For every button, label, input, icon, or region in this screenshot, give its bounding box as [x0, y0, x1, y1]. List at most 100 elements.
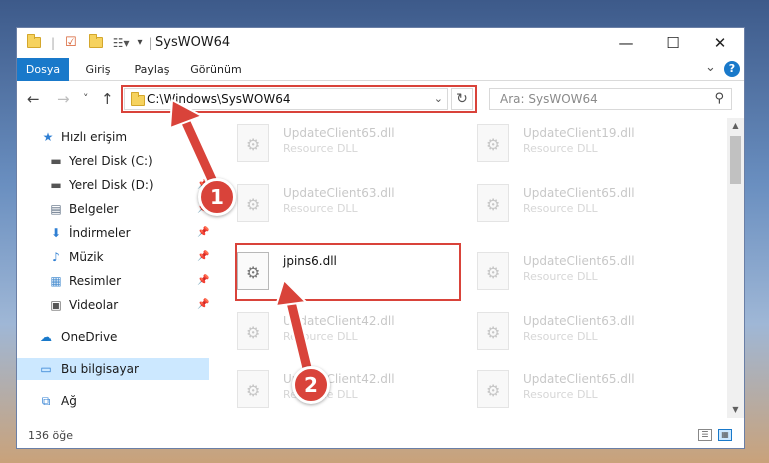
search-icon[interactable]: ⚲	[714, 91, 724, 106]
file-type: Resource DLL	[523, 202, 598, 215]
sidebar-item-label: Hızlı erişim	[61, 130, 128, 144]
file-item[interactable]: UpdateClient65.dll Resource DLL	[457, 246, 682, 294]
sidebar-item-videos[interactable]: ▣ Videolar 📌	[17, 294, 209, 316]
file-item[interactable]: UpdateClient63.dll Resource DLL	[457, 306, 682, 354]
file-item[interactable]: UpdateClient65.dll Resource DLL	[457, 364, 682, 412]
file-item[interactable]: UpdateClient63.dll Resource DLL	[217, 178, 442, 226]
download-icon: ⬇	[50, 226, 62, 240]
forward-button[interactable]: →	[57, 90, 70, 108]
step-1-badge: 1	[198, 178, 236, 216]
scroll-up-icon[interactable]: ▲	[727, 121, 744, 130]
sidebar-item-label: OneDrive	[61, 330, 118, 344]
sidebar-item-music[interactable]: ♪ Müzik 📌	[17, 246, 209, 268]
file-name: UpdateClient65.dll	[523, 254, 635, 268]
sidebar-item-label: Müzik	[69, 250, 104, 264]
file-type: Resource DLL	[523, 388, 598, 401]
dll-file-icon	[237, 370, 269, 408]
tab-giris[interactable]: Giriş	[79, 58, 117, 81]
pin-icon[interactable]: 📌	[197, 270, 209, 292]
sidebar-item-label: Belgeler	[69, 202, 119, 216]
sidebar-item-label: Bu bilgisayar	[61, 362, 139, 376]
pin-icon[interactable]: 📌	[197, 246, 209, 268]
file-type: Resource DLL	[283, 142, 358, 155]
sidebar-item-local-disk-d[interactable]: ▬ Yerel Disk (D:) 📌	[17, 174, 209, 196]
dll-file-icon	[237, 124, 269, 162]
help-icon[interactable]: ?	[724, 61, 740, 77]
sidebar-item-pictures[interactable]: ▦ Resimler 📌	[17, 270, 209, 292]
file-name: UpdateClient42.dll	[283, 314, 395, 328]
folder-icon	[27, 34, 41, 48]
music-icon: ♪	[52, 250, 60, 264]
dll-file-icon	[477, 252, 509, 290]
file-type: Resource DLL	[523, 142, 598, 155]
file-item[interactable]: UpdateClient65.dll Resource DLL	[217, 118, 442, 166]
file-item[interactable]: UpdateClient42.dll Resource DLL	[217, 306, 442, 354]
search-box[interactable]: Ara: SysWOW64 ⚲	[489, 88, 732, 110]
window-title: SysWOW64	[155, 35, 231, 50]
sidebar-item-label: Yerel Disk (D:)	[69, 178, 154, 192]
dll-file-icon	[237, 312, 269, 350]
step-2-badge: 2	[292, 366, 330, 404]
item-count: 136 öğe	[28, 429, 73, 442]
separator: |	[148, 35, 153, 50]
toolbar-dropdown-icon[interactable]: ▾	[137, 37, 142, 48]
scrollbar-thumb[interactable]	[730, 136, 741, 184]
separator: |	[51, 35, 56, 50]
sidebar-item-label: Videolar	[69, 298, 119, 312]
vertical-scrollbar[interactable]: ▲ ▼	[727, 118, 744, 418]
minimize-button[interactable]: —	[603, 28, 649, 58]
tab-dosya[interactable]: Dosya	[17, 58, 69, 81]
dll-file-icon	[477, 184, 509, 222]
navigation-pane: ★ Hızlı erişim ▬ Yerel Disk (C:) 📌 ▬ Yer…	[17, 118, 209, 418]
sidebar-item-local-disk-c[interactable]: ▬ Yerel Disk (C:) 📌	[17, 150, 209, 172]
close-button[interactable]: ✕	[697, 28, 743, 58]
sidebar-item-quick-access[interactable]: ★ Hızlı erişim	[17, 126, 209, 148]
sidebar-item-downloads[interactable]: ⬇ İndirmeler 📌	[17, 222, 209, 244]
pin-icon[interactable]: 📌	[197, 222, 209, 244]
file-type: Resource DLL	[283, 330, 358, 343]
ribbon-tabs: Dosya Giriş Paylaş Görünüm ⌄ ?	[17, 58, 744, 81]
details-view-icon[interactable]: ☰	[698, 429, 712, 441]
sidebar-item-this-pc[interactable]: ▭ Bu bilgisayar	[17, 358, 209, 380]
file-type: Resource DLL	[523, 330, 598, 343]
drive-icon: ▬	[50, 154, 62, 168]
tab-paylas[interactable]: Paylaş	[129, 58, 175, 81]
back-button[interactable]: ←	[27, 90, 40, 108]
file-item[interactable]: UpdateClient19.dll Resource DLL	[457, 118, 682, 166]
file-name: UpdateClient65.dll	[523, 372, 635, 386]
file-item[interactable]: UpdateClient65.dll Resource DLL	[457, 178, 682, 226]
recent-locations-button[interactable]: ˅	[83, 92, 89, 105]
network-icon: ⧉	[41, 394, 51, 408]
video-icon: ▣	[50, 298, 62, 312]
cloud-icon: ☁	[40, 330, 52, 344]
sidebar-item-label: Resimler	[69, 274, 122, 288]
search-placeholder: Ara: SysWOW64	[500, 92, 598, 106]
drive-icon: ▬	[50, 178, 62, 192]
large-icons-view-icon[interactable]: ▦	[718, 429, 732, 441]
dll-file-icon	[477, 370, 509, 408]
up-button[interactable]: ↑	[101, 90, 114, 108]
sidebar-item-network[interactable]: ⧉ Ağ	[17, 390, 209, 412]
properties-icon[interactable]: ☑	[65, 35, 77, 50]
sidebar-item-documents[interactable]: ▤ Belgeler 📌	[17, 198, 209, 220]
sidebar-item-label: Ağ	[61, 394, 77, 408]
sidebar-item-onedrive[interactable]: ☁ OneDrive	[17, 326, 209, 348]
new-folder-icon[interactable]	[88, 34, 103, 48]
file-name: UpdateClient63.dll	[283, 186, 395, 200]
pin-icon[interactable]: 📌	[197, 294, 209, 316]
customize-toolbar-icon[interactable]: ☷▾	[113, 36, 130, 50]
pin-icon[interactable]: 📌	[197, 150, 209, 172]
pictures-icon: ▦	[50, 274, 62, 288]
sidebar-item-label: İndirmeler	[69, 226, 131, 240]
maximize-button[interactable]: ☐	[650, 28, 696, 58]
quick-access-toolbar: | ☑ ☷▾ ▾ |	[27, 34, 153, 50]
file-name: UpdateClient19.dll	[523, 126, 635, 140]
tab-gorunum[interactable]: Görünüm	[187, 58, 245, 81]
file-name: UpdateClient65.dll	[523, 186, 635, 200]
file-type: Resource DLL	[523, 270, 598, 283]
navigation-bar: ← → ˅ ↑ C:\Windows\SysWOW64 ⌄ ↻ Ara: Sys…	[17, 82, 744, 116]
ribbon-collapse-icon[interactable]: ⌄	[705, 60, 716, 75]
scroll-down-icon[interactable]: ▼	[727, 405, 744, 414]
file-name: UpdateClient65.dll	[283, 126, 395, 140]
address-highlight-box	[121, 85, 477, 113]
